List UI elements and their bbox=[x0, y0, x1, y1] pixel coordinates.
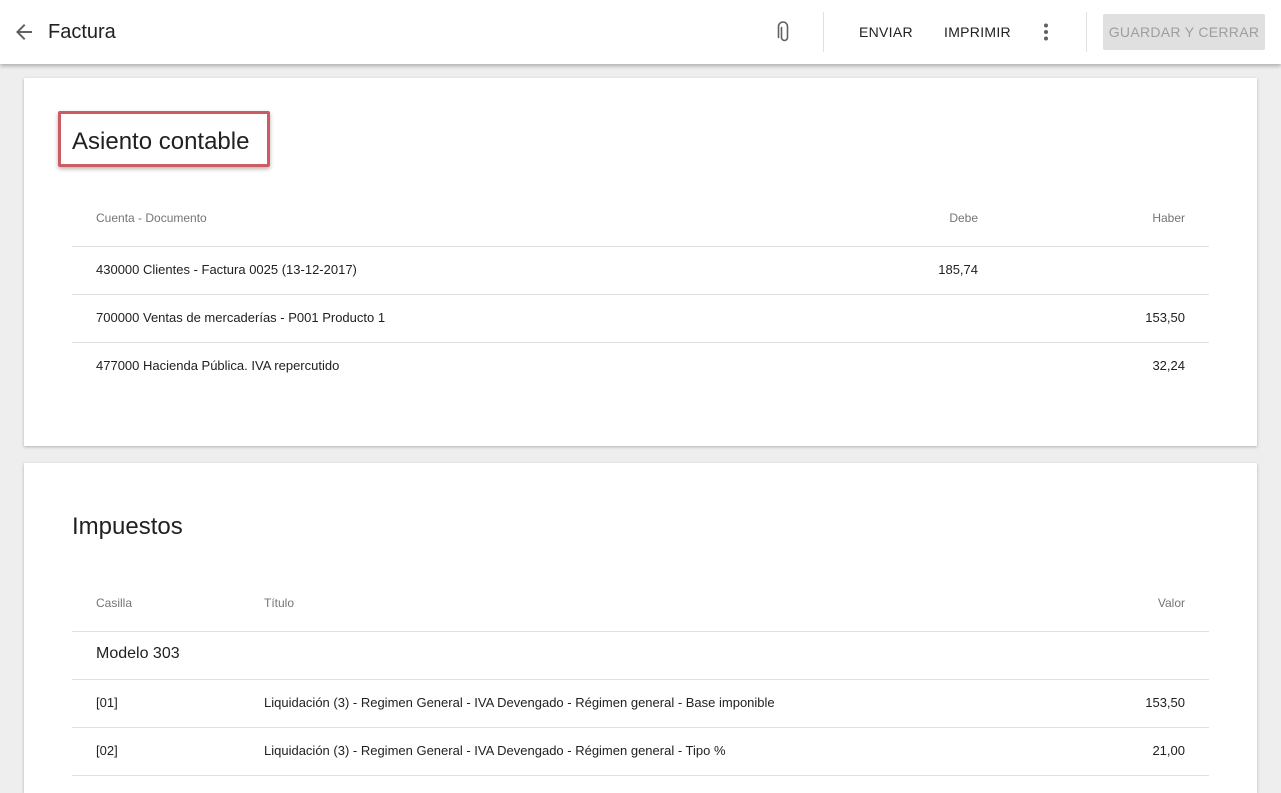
paperclip-icon[interactable] bbox=[772, 20, 794, 44]
save-close-button[interactable]: GUARDAR Y CERRAR bbox=[1103, 14, 1265, 50]
row-account: 700000 Ventas de mercaderías - P001 Prod… bbox=[96, 310, 386, 325]
row-label: Liquidación (3) - Regimen General - IVA … bbox=[264, 695, 775, 710]
column-header-value: Valor bbox=[1157, 596, 1185, 610]
send-button[interactable]: ENVIAR bbox=[859, 22, 913, 42]
toolbar-divider bbox=[823, 12, 824, 52]
column-header-account: Cuenta - Documento bbox=[96, 211, 207, 225]
row-value: 21,00 bbox=[1152, 743, 1185, 758]
row-debit: 185,74 bbox=[938, 262, 978, 277]
row-label: Liquidación (3) - Regimen General - IVA … bbox=[264, 743, 726, 758]
row-credit: 153,50 bbox=[1145, 310, 1185, 325]
column-header-debit: Debe bbox=[949, 211, 978, 225]
divider bbox=[72, 679, 1209, 680]
toolbar-divider bbox=[1086, 12, 1087, 52]
arrow-left-icon[interactable] bbox=[12, 20, 36, 44]
asiento-card: Asiento contable Cuenta - Documento Debe… bbox=[24, 78, 1257, 446]
asiento-title: Asiento contable bbox=[72, 128, 250, 155]
impuestos-card: Impuestos Casilla Título Valor Modelo 30… bbox=[24, 463, 1257, 793]
row-box: [02] bbox=[96, 743, 118, 758]
page-title: Factura bbox=[48, 21, 116, 43]
group-title: Modelo 303 bbox=[96, 645, 180, 662]
more-vert-icon[interactable] bbox=[1036, 20, 1056, 44]
divider bbox=[72, 727, 1209, 728]
divider bbox=[72, 246, 1209, 247]
column-header-box: Casilla bbox=[96, 596, 133, 610]
column-header-credit: Haber bbox=[1152, 211, 1185, 225]
row-account: 430000 Clientes - Factura 0025 (13-12-20… bbox=[96, 262, 357, 277]
row-credit: 32,24 bbox=[1152, 358, 1185, 373]
divider bbox=[72, 631, 1209, 632]
row-account: 477000 Hacienda Pública. IVA repercutido bbox=[96, 358, 340, 373]
impuestos-title: Impuestos bbox=[72, 513, 183, 540]
top-app-bar: Factura ENVIAR IMPRIMIR GUARDAR Y CERRAR bbox=[0, 0, 1281, 64]
row-box: [01] bbox=[96, 695, 118, 710]
column-header-label: Título bbox=[264, 596, 295, 610]
print-button[interactable]: IMPRIMIR bbox=[944, 22, 1011, 42]
divider bbox=[72, 294, 1209, 295]
row-value: 153,50 bbox=[1145, 695, 1185, 710]
divider bbox=[72, 342, 1209, 343]
